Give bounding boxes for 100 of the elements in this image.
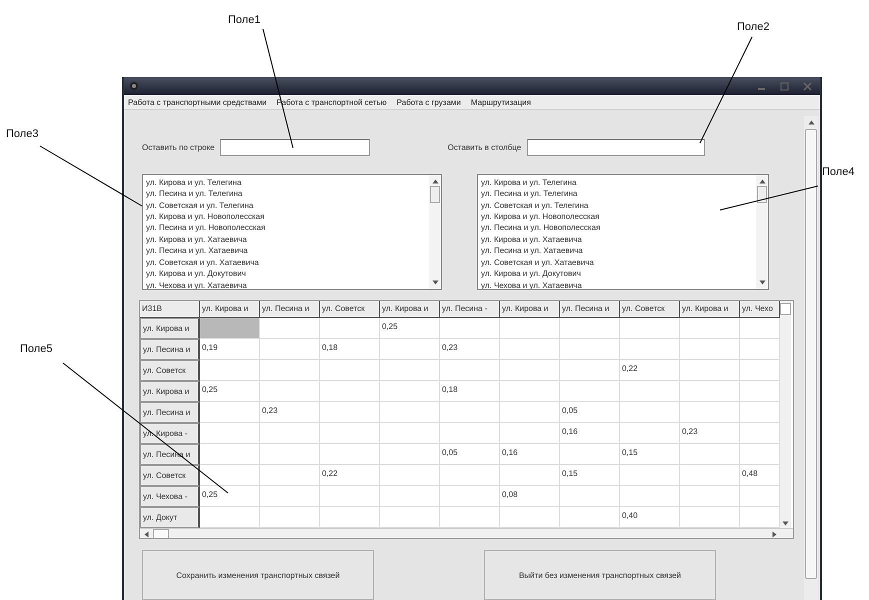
list-item[interactable]: ул. Кирова и ул. Хатаевича	[481, 234, 756, 246]
table-cell[interactable]: 0,23	[260, 402, 320, 423]
table-cell[interactable]: 0,22	[620, 360, 680, 381]
table-cell[interactable]	[620, 338, 680, 360]
list-item[interactable]: ул. Кирова и ул. Новополесская	[146, 211, 429, 222]
list-item[interactable]: ул. Кирова и ул. Новополесская	[481, 211, 756, 222]
column-header[interactable]: ул. Песина и	[260, 300, 320, 318]
table-cell[interactable]	[680, 464, 740, 486]
row-header[interactable]: ул. Докут	[140, 506, 200, 528]
column-header[interactable]: ул. Кирова и	[200, 300, 260, 318]
street-list[interactable]	[142, 174, 442, 290]
list-scrollbar[interactable]	[429, 174, 441, 289]
table-cell[interactable]	[260, 380, 320, 402]
row-header[interactable]: ул. Советск	[140, 464, 200, 486]
table-cell[interactable]	[440, 464, 500, 486]
table-cell[interactable]	[380, 360, 440, 381]
list-item[interactable]: ул. Кирова и ул. Докутович	[146, 268, 429, 280]
scroll-thumb[interactable]	[153, 529, 169, 538]
scroll-down-icon[interactable]	[432, 280, 438, 285]
list-item[interactable]: ул. Советская и ул. Телегина	[146, 200, 429, 212]
table-cell[interactable]	[680, 380, 740, 402]
table-cell[interactable]	[620, 464, 680, 486]
table-cell[interactable]	[320, 360, 380, 381]
scroll-thumb[interactable]	[757, 186, 767, 203]
list-item[interactable]: ул. Советская и ул. Телегина	[481, 200, 756, 212]
list-item[interactable]: ул. Песина и ул. Новополесская	[146, 222, 429, 234]
column-header[interactable]: ул. Чехо	[740, 300, 780, 318]
table-cell[interactable]: 0,18	[320, 338, 380, 360]
menu-item[interactable]: Маршрутизация	[470, 98, 531, 106]
row-header[interactable]: ул. Песина и	[140, 402, 200, 423]
filter-field[interactable]	[527, 139, 706, 156]
table-cell[interactable]	[260, 422, 320, 444]
row-header[interactable]: ул. Чехова -	[140, 486, 200, 507]
table-cell[interactable]	[440, 422, 500, 444]
table-cell[interactable]	[440, 402, 500, 423]
table-cell[interactable]	[680, 360, 740, 381]
scroll-down-icon[interactable]	[758, 280, 766, 285]
close-icon[interactable]	[803, 82, 812, 90]
table-cell[interactable]	[560, 444, 620, 465]
table-cell[interactable]: 0,15	[560, 464, 620, 486]
table-cell[interactable]: 0,18	[440, 380, 500, 402]
row-header[interactable]: ул. Кирова -	[140, 422, 200, 444]
table-cell[interactable]	[560, 486, 620, 507]
action-button[interactable]: Сохранить изменения транспортных связей	[142, 550, 374, 600]
list-item[interactable]: ул. Песина и ул. Телегина	[481, 188, 756, 200]
table-cell[interactable]	[380, 464, 440, 486]
table-cell[interactable]	[500, 402, 560, 423]
table-cell[interactable]	[500, 464, 560, 486]
scroll-up-icon[interactable]	[808, 120, 814, 125]
table-cell[interactable]	[200, 464, 260, 486]
scroll-thumb[interactable]	[780, 302, 791, 315]
table-cell[interactable]	[200, 402, 260, 423]
table-cell[interactable]	[680, 338, 740, 360]
column-header[interactable]: ул. Песина и	[560, 300, 620, 318]
table-cell[interactable]	[320, 318, 380, 339]
list-scrollbar[interactable]	[756, 174, 768, 289]
scroll-thumb[interactable]	[805, 129, 817, 579]
table-cell[interactable]	[200, 422, 260, 444]
list-item[interactable]: ул. Кирова и ул. Хатаевича	[146, 234, 429, 246]
table-cell[interactable]: 0,08	[500, 486, 560, 507]
table-cell[interactable]	[320, 444, 380, 465]
table-cell[interactable]	[320, 402, 380, 423]
table-cell[interactable]	[560, 338, 620, 360]
table-cell[interactable]	[440, 318, 500, 339]
table-cell[interactable]: 0,05	[560, 402, 620, 423]
list-item[interactable]: ул. Песина и ул. Хатаевича	[146, 245, 429, 257]
table-cell[interactable]: 0,15	[620, 444, 680, 465]
list-item[interactable]: ул. Песина и ул. Телегина	[146, 188, 429, 200]
table-cell[interactable]: 0,05	[440, 444, 500, 465]
table-cell[interactable]	[320, 486, 380, 507]
table-cell[interactable]	[200, 318, 260, 339]
table-cell[interactable]: 0,16	[500, 444, 560, 465]
table-cell[interactable]	[200, 360, 260, 381]
list-item[interactable]: ул. Кирова и ул. Телегина	[481, 176, 756, 188]
table-cell[interactable]	[200, 444, 260, 465]
table-cell[interactable]	[260, 464, 320, 486]
scroll-thumb[interactable]	[430, 186, 440, 203]
column-header[interactable]: ул. Кирова и	[680, 300, 740, 318]
list-item[interactable]: ул. Чехова и ул. Хатаевича	[481, 280, 756, 289]
scroll-left-icon[interactable]	[144, 530, 149, 538]
list-item[interactable]: ул. Песина и ул. Хатаевича	[481, 245, 756, 257]
table-cell[interactable]	[260, 486, 320, 507]
table-cell[interactable]	[560, 380, 620, 402]
table-cell[interactable]	[320, 380, 380, 402]
table-cell[interactable]: 0,23	[440, 338, 500, 360]
column-header[interactable]: ул. Советск	[320, 300, 380, 318]
table-cell[interactable]	[380, 380, 440, 402]
table-cell[interactable]	[260, 360, 320, 381]
table-cell[interactable]	[500, 338, 560, 360]
list-item[interactable]: ул. Кирова и ул. Докутович	[481, 268, 756, 280]
table-cell[interactable]	[500, 360, 560, 381]
table-cell[interactable]: 0,22	[320, 464, 380, 486]
window-scrollbar[interactable]	[804, 116, 818, 600]
row-header[interactable]: ул. Песина и	[140, 338, 200, 360]
table-cell[interactable]	[620, 486, 680, 507]
table-cell[interactable]	[680, 486, 740, 507]
table-cell[interactable]	[440, 486, 500, 507]
grid-scrollbar[interactable]	[780, 300, 791, 528]
table-cell[interactable]	[260, 318, 320, 339]
list-item[interactable]: ул. Советская и ул. Хатаевича	[481, 256, 756, 268]
